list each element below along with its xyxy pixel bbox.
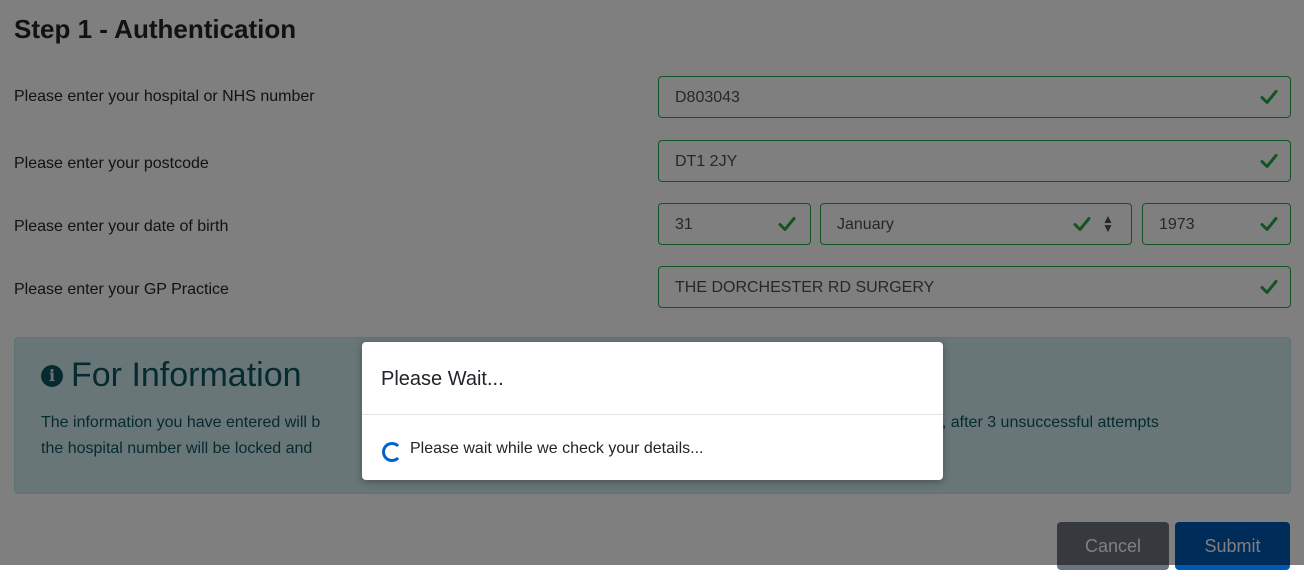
modal-divider: [362, 414, 943, 415]
modal-message: Please wait while we check your details.…: [410, 440, 704, 457]
spinner-icon: [382, 442, 402, 462]
modal-backdrop: [0, 0, 1304, 565]
please-wait-modal: Please Wait... Please wait while we chec…: [362, 342, 943, 480]
modal-title: Please Wait...: [381, 368, 504, 390]
